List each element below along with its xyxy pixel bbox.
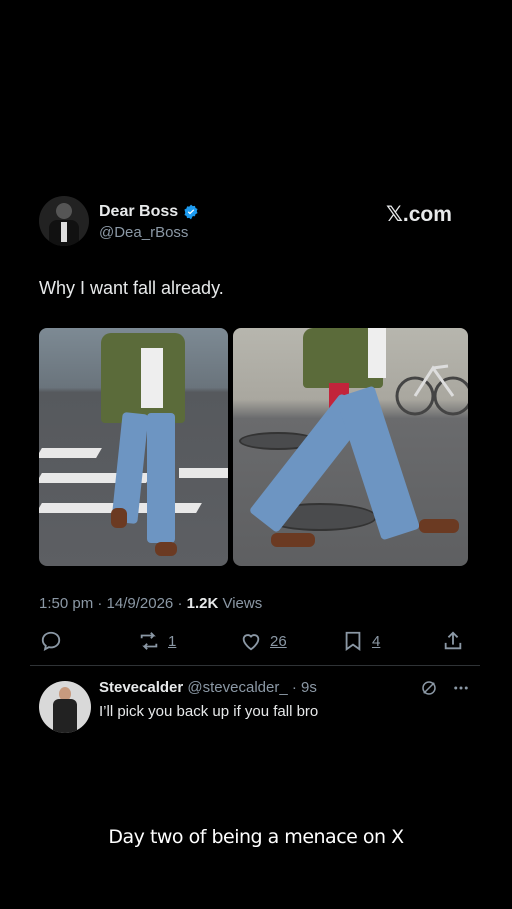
x-logo: 𝕏.com: [386, 203, 452, 226]
views-count: 1.2K: [186, 595, 219, 612]
more-icon[interactable]: [452, 679, 470, 697]
share-icon: [444, 631, 462, 650]
reply-actions: [420, 679, 470, 697]
tweet-text: Why I want fall already.: [39, 278, 224, 298]
verified-badge-icon: [184, 204, 198, 220]
tweet-photo-1[interactable]: [39, 328, 228, 566]
divider: [30, 665, 480, 666]
author-avatar[interactable]: [39, 196, 89, 246]
share-button[interactable]: [442, 630, 464, 652]
retweet-button[interactable]: 1: [138, 630, 176, 652]
reply-icon: [41, 631, 61, 652]
reply-header: Stevecalder @stevecalder_ · 9s: [99, 679, 317, 696]
bookmark-button[interactable]: 4: [342, 630, 380, 652]
reply-button[interactable]: [40, 630, 62, 652]
author-handle[interactable]: @Dea_rBoss: [99, 224, 188, 241]
bookmark-icon: [345, 631, 361, 652]
reply-author-handle[interactable]: @stevecalder_: [187, 679, 287, 696]
like-icon: [242, 634, 260, 651]
tweet-photo-2[interactable]: [233, 328, 468, 566]
grok-icon[interactable]: [420, 679, 438, 697]
tweet-date[interactable]: 14/9/2026: [107, 595, 174, 612]
reply-age: · 9s: [291, 679, 317, 696]
bookmark-count: 4: [372, 632, 381, 650]
reply-author-name[interactable]: Stevecalder: [99, 679, 183, 696]
reply-author-avatar[interactable]: [39, 681, 91, 733]
tweet-time[interactable]: 1:50 pm: [39, 595, 93, 612]
retweet-count: 1: [168, 632, 177, 650]
story-caption: Day two of being a menace on X: [108, 826, 404, 848]
like-button[interactable]: 26: [240, 630, 287, 652]
retweet-icon: [140, 632, 158, 650]
tweet-meta: 1:50 pm · 14/9/2026 · 1.2K Views: [39, 595, 263, 612]
views-label: Views: [222, 595, 263, 612]
author-name[interactable]: Dear Boss: [99, 203, 178, 221]
reply-text: I’ll pick you back up if you fall bro: [99, 703, 319, 720]
like-count: 26: [270, 632, 287, 650]
author-name-row[interactable]: Dear Boss: [99, 203, 199, 221]
